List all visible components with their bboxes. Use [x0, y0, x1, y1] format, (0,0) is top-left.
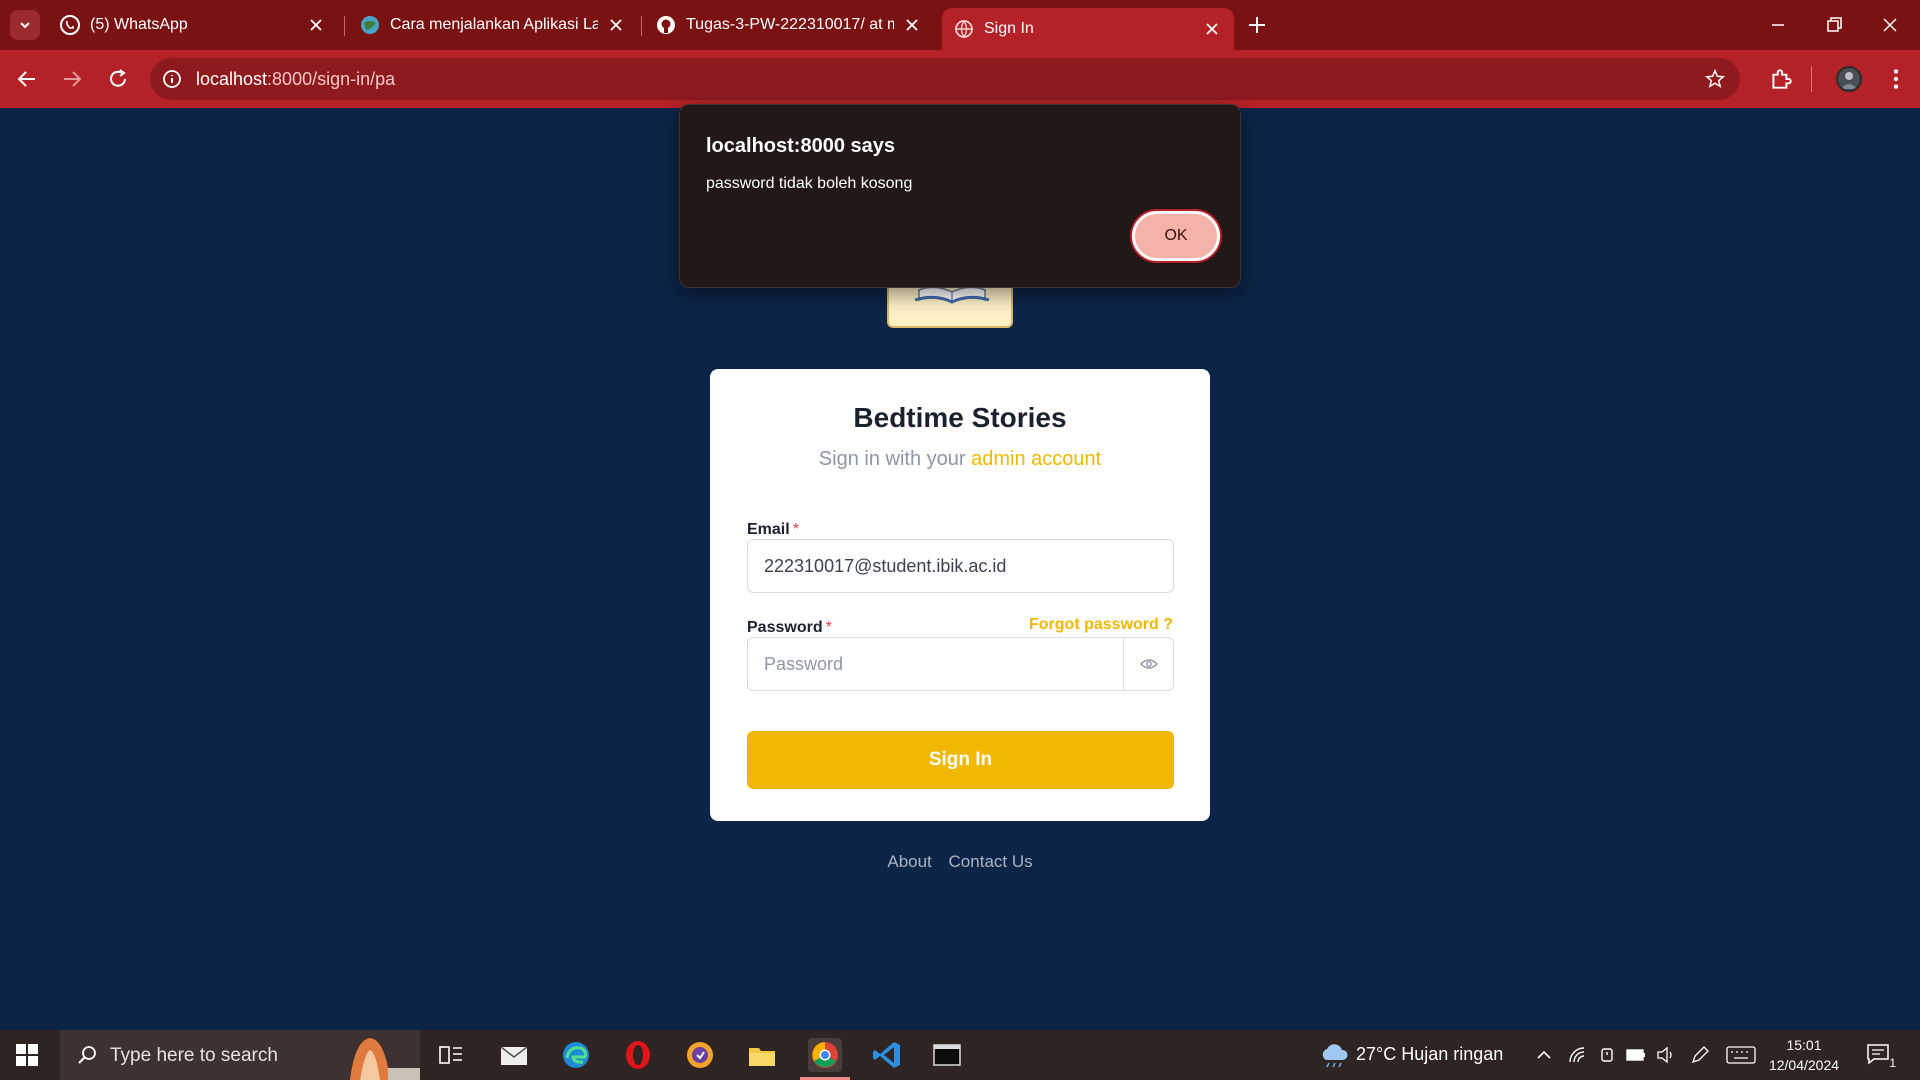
reload-icon[interactable]	[106, 67, 130, 91]
taskbar-search[interactable]: Type here to search	[60, 1030, 420, 1080]
search-icon	[78, 1046, 96, 1064]
chevron-down-icon	[20, 22, 30, 29]
tab-separator	[641, 16, 642, 36]
password-label-text: Password	[747, 619, 823, 636]
tab-separator	[344, 16, 345, 36]
subtitle-text: Sign in with your	[818, 448, 966, 470]
url-text[interactable]: localhost:8000/sign-in/pa	[196, 69, 395, 90]
file-explorer-icon[interactable]	[745, 1038, 779, 1072]
minimize-icon[interactable]	[1766, 13, 1790, 37]
system-clock[interactable]: 15:01 12/04/2024	[1764, 1035, 1844, 1075]
url-path: :8000/sign-in/pa	[267, 69, 396, 89]
contact-us-link[interactable]: Contact Us	[949, 852, 1033, 871]
close-icon[interactable]	[606, 15, 626, 35]
extensions-icon[interactable]	[1768, 66, 1794, 92]
tab-whatsapp[interactable]: (5) WhatsApp	[48, 8, 338, 42]
clock-time: 15:01	[1786, 1037, 1822, 1053]
toolbar-divider	[1811, 66, 1812, 92]
windows-taskbar: Type here to search 27°C Hujan ringan 15…	[0, 1030, 1920, 1080]
tab-laravel-guide[interactable]: Cara menjalankan Aplikasi Larav	[348, 8, 638, 42]
weather-text[interactable]: 27°C Hujan ringan	[1356, 1044, 1503, 1065]
email-field[interactable]: 222310017@student.ibik.ac.id	[747, 539, 1174, 593]
windows-start-icon[interactable]	[16, 1044, 38, 1066]
clock-date: 12/04/2024	[1768, 1057, 1840, 1073]
vpn-shield-icon[interactable]	[683, 1038, 717, 1072]
dialog-title: localhost:8000 says	[706, 135, 895, 157]
opera-browser-icon[interactable]	[621, 1038, 655, 1072]
sign-in-button[interactable]: Sign In	[747, 731, 1174, 789]
chevron-up-icon[interactable]	[1536, 1047, 1552, 1063]
tab-github[interactable]: Tugas-3-PW-222310017/ at ma	[644, 8, 934, 42]
site-info-icon[interactable]	[162, 69, 182, 89]
close-icon[interactable]	[902, 15, 922, 35]
password-field[interactable]: Password	[747, 637, 1174, 691]
new-tab-icon[interactable]	[1245, 13, 1269, 37]
search-highlight-art-icon	[350, 1038, 420, 1080]
tab-title: Sign In	[984, 20, 1034, 37]
forgot-password-link[interactable]: Forgot password ?	[1029, 616, 1173, 634]
keyboard-icon[interactable]	[1726, 1046, 1756, 1064]
browser-toolbar: localhost:8000/sign-in/pa	[0, 50, 1920, 108]
github-icon	[657, 16, 675, 34]
forward-arrow-icon[interactable]	[60, 67, 84, 91]
back-arrow-icon[interactable]	[15, 67, 39, 91]
ok-button[interactable]: OK	[1132, 211, 1220, 261]
globe-icon	[955, 20, 973, 39]
required-marker: *	[825, 619, 832, 636]
required-marker: *	[792, 521, 799, 538]
close-icon[interactable]	[306, 15, 326, 35]
tab-title: Tugas-3-PW-222310017/ at ma	[686, 16, 894, 33]
about-link[interactable]: About	[887, 852, 931, 871]
tab-strip: (5) WhatsApp Cara menjalankan Aplikasi L…	[0, 0, 1920, 50]
search-placeholder: Type here to search	[110, 1045, 278, 1066]
toggle-password-visibility[interactable]	[1123, 637, 1174, 691]
alert-dialog: localhost:8000 says password tidak boleh…	[679, 104, 1241, 288]
notification-badge: 1	[1889, 1056, 1896, 1070]
chrome-taskbar-button[interactable]	[800, 1038, 850, 1080]
dialog-message: password tidak boleh kosong	[706, 175, 913, 192]
profile-picture-icon	[1841, 72, 1857, 89]
network-icon[interactable]	[1568, 1046, 1586, 1064]
task-view-icon[interactable]	[434, 1038, 468, 1072]
close-icon[interactable]	[1202, 19, 1222, 39]
email-label-text: Email	[747, 521, 790, 538]
address-bar[interactable]: localhost:8000/sign-in/pa	[150, 58, 1740, 100]
sign-in-card: Bedtime Stories Sign in with your admin …	[710, 369, 1210, 821]
eye-icon	[1140, 659, 1158, 669]
app-title: Bedtime Stories	[853, 402, 1067, 433]
sign-in-subtitle: Sign in with your admin account	[710, 448, 1210, 471]
edge-browser-icon[interactable]	[559, 1038, 593, 1072]
terminal-icon[interactable]	[930, 1038, 964, 1072]
battery-icon[interactable]	[1626, 1047, 1646, 1063]
close-window-icon[interactable]	[1878, 13, 1902, 37]
footer-links: About Contact Us	[0, 852, 1920, 872]
pen-icon[interactable]	[1690, 1045, 1710, 1065]
rain-cloud-icon	[1322, 1044, 1348, 1068]
notification-center-button[interactable]: 1	[1866, 1042, 1896, 1070]
tab-title: (5) WhatsApp	[90, 16, 188, 33]
email-label: Email *	[747, 521, 799, 539]
whatsapp-icon	[60, 15, 80, 35]
tab-sign-in[interactable]: Sign In	[942, 8, 1234, 50]
url-host: localhost	[196, 69, 268, 89]
notification-icon	[1867, 1044, 1889, 1065]
bookmark-star-icon[interactable]	[1704, 68, 1726, 90]
mail-icon[interactable]	[497, 1038, 531, 1072]
tab-search-button[interactable]	[10, 10, 40, 40]
kebab-menu-icon[interactable]	[1883, 66, 1909, 92]
restore-icon[interactable]	[1822, 13, 1846, 37]
chrome-icon	[812, 1042, 838, 1068]
profile-avatar[interactable]	[1836, 66, 1862, 92]
subtitle-accent: admin account	[971, 448, 1102, 470]
vscode-icon[interactable]	[870, 1038, 904, 1072]
volume-icon[interactable]	[1656, 1046, 1676, 1064]
device-icon[interactable]	[1598, 1046, 1616, 1064]
tab-title: Cara menjalankan Aplikasi Larav	[390, 16, 598, 33]
globe-icon	[361, 16, 379, 34]
password-label: Password *	[747, 619, 832, 637]
